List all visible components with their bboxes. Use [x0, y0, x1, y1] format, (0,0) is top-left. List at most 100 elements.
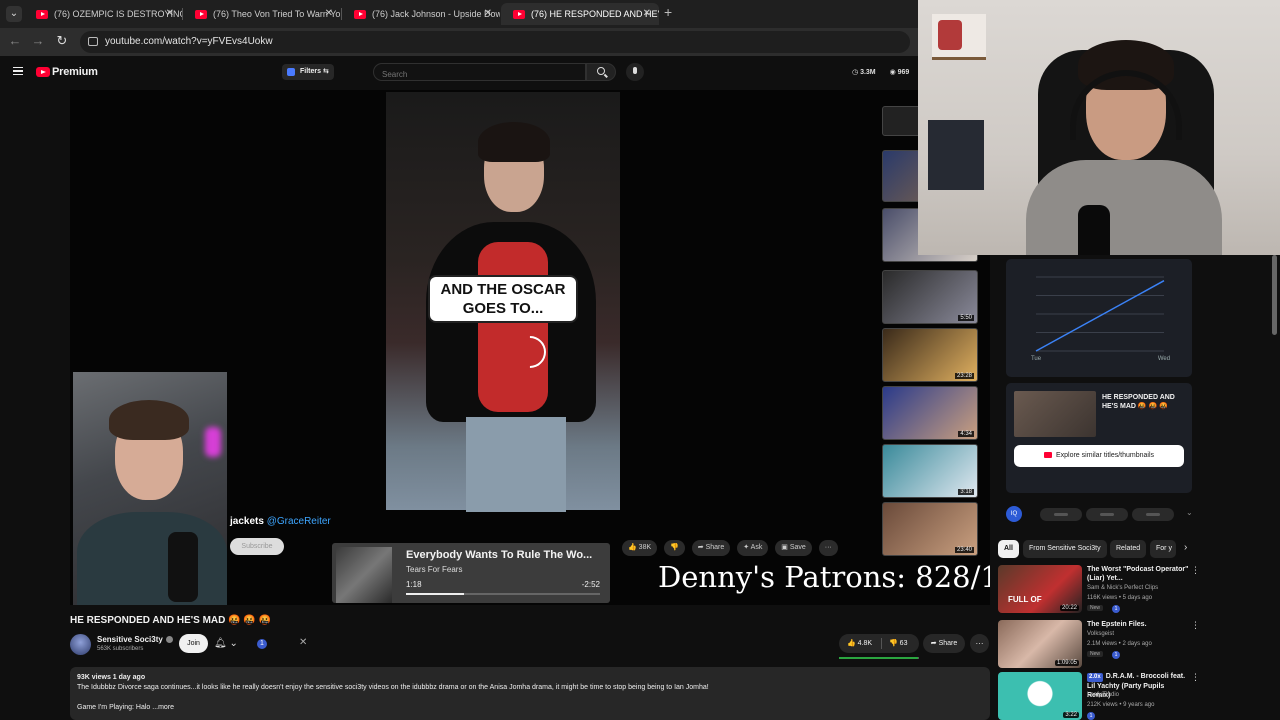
analytics-chart-card: Tue Wed	[1006, 259, 1192, 377]
like-ratio-bar	[839, 657, 919, 659]
short-thumbnail[interactable]: 3:18	[882, 444, 978, 498]
share-button[interactable]: ➦ Share	[923, 634, 965, 653]
recommendation-filter-chips: All From Sensitive Soci3ty Related For y…	[998, 540, 1280, 558]
video-thumbnail[interactable]: FULL OF 20:22	[998, 565, 1082, 613]
show-more-link[interactable]: ...more	[152, 704, 174, 711]
notification-bell-button[interactable]: 🔔︎ ⌄	[214, 634, 246, 653]
video-stat: ◉ 969	[889, 69, 910, 76]
new-badge: New	[1087, 651, 1104, 657]
short-action-row: 👍 38K 👎 ➦ Share ✦ Ask ▣ Save ···	[622, 540, 843, 556]
info-dot-icon: 1	[1087, 712, 1095, 720]
video-channel[interactable]: Sam & Nick's Perfect Clips	[1087, 585, 1158, 591]
recommended-video[interactable]: 3:22 2.0x D.R.A.M. - Broccoli feat. Lil Y…	[998, 672, 1200, 720]
short-thumbnail[interactable]: 4:34	[882, 386, 978, 440]
extension-logo-icon[interactable]: IQ	[1006, 506, 1022, 522]
browser-tab[interactable]: (76) Jack Johnson - Upside Dow ✕	[342, 3, 500, 25]
similar-thumbnails-card: HE RESPONDED AND HE'S MAD 🤬 🤬 🤬 Explore …	[1006, 383, 1192, 493]
video-menu-icon[interactable]: ⋮	[1191, 672, 1200, 683]
speed-badge: 2.0x	[1087, 673, 1103, 682]
video-views: 2.1M views • 2 days ago	[1087, 641, 1152, 647]
song-artist: Tears For Fears	[406, 565, 463, 574]
new-tab-button[interactable]: +	[664, 4, 672, 20]
verified-check-icon	[165, 636, 173, 644]
short-like-button[interactable]: 👍 38K	[622, 540, 658, 556]
youtube-favicon-icon	[513, 10, 525, 19]
brand-label[interactable]: Premium	[52, 66, 98, 78]
browser-tab-active[interactable]: (76) HE RESPONDED AND HE'S ✕	[501, 3, 659, 25]
short-thumbnail[interactable]: 5:50	[882, 270, 978, 324]
short-more-button[interactable]: ···	[818, 540, 838, 556]
video-thumbnail[interactable]: 3:22	[998, 672, 1082, 720]
browser-tab[interactable]: (76) OZEMPIC IS DESTROYING T ✕	[24, 3, 182, 25]
join-button[interactable]: Join	[179, 634, 208, 653]
dislike-button[interactable]: 👎 63	[889, 634, 907, 653]
site-info-icon[interactable]	[88, 37, 98, 46]
chevron-down-icon[interactable]: ⌄	[1186, 508, 1193, 517]
description-box[interactable]: 93K views 1 day ago The Idubbbz Divorce …	[70, 667, 990, 720]
close-tab-icon[interactable]: ✕	[166, 3, 174, 25]
microphone-icon[interactable]	[626, 63, 644, 81]
search-field[interactable]	[373, 63, 586, 83]
search-input[interactable]	[374, 66, 585, 83]
explore-similar-button[interactable]: Explore similar titles/thumbnails	[1014, 445, 1184, 467]
filters-button[interactable]: Filters ⇆	[282, 64, 334, 80]
short-thumbnail[interactable]: 23:40	[882, 502, 978, 556]
browser-tab[interactable]: (76) Theo Von Tried To Warn Yo ✕	[183, 3, 341, 25]
short-dislike-button[interactable]: 👎	[664, 540, 685, 556]
channel-name[interactable]: Sensitive Soci3ty	[97, 635, 173, 644]
like-ratio-fill	[839, 657, 918, 659]
rgb-light-figure	[205, 427, 221, 457]
subscriber-stat: ◷ 3.3M	[852, 69, 876, 76]
video-channel[interactable]: Leafy Radio	[1087, 692, 1119, 698]
close-icon[interactable]: ✕	[299, 637, 307, 648]
short-save-button[interactable]: ▣ Save	[775, 540, 812, 556]
right-sidebar: Tue Wed HE RESPONDED AND HE'S MAD 🤬 🤬 🤬 E…	[998, 255, 1280, 720]
video-player[interactable]: AND THE OSCAR GOES TO... 5:50 23:28 4:34…	[70, 90, 990, 605]
video-thumbnail[interactable]: 1:09:05	[998, 620, 1082, 668]
channel-avatar[interactable]	[70, 634, 91, 655]
reload-icon[interactable]: ↻	[53, 33, 71, 49]
video-channel[interactable]: Volksgeist	[1087, 631, 1114, 637]
short-thumbnail[interactable]: 23:28	[882, 328, 978, 382]
extension-pill[interactable]	[1086, 508, 1128, 521]
video-duration: 1:09:05	[1054, 660, 1079, 666]
subscriber-count: 563K subscribers	[97, 646, 144, 652]
close-tab-icon[interactable]: ✕	[643, 3, 651, 25]
chip-from-channel[interactable]: From Sensitive Soci3ty	[1023, 540, 1107, 558]
extension-pill[interactable]	[1132, 508, 1174, 521]
search-button[interactable]	[586, 63, 616, 81]
chip-related[interactable]: Related	[1110, 540, 1147, 558]
forward-arrow-icon[interactable]: →	[29, 33, 47, 48]
recommended-video[interactable]: 1:09:05 The Epstein Files. Volksgeist 2.…	[998, 620, 1200, 668]
like-button[interactable]: 👍 4.8K	[847, 634, 872, 653]
menu-icon[interactable]	[13, 67, 23, 75]
video-title: The Worst "Podcast Operator" (Liar) Yet.…	[1087, 566, 1189, 582]
youtube-logo-icon[interactable]	[36, 67, 50, 77]
search-icon	[597, 67, 605, 75]
url-input[interactable]: youtube.com/watch?v=yFVEvs4Uokw	[80, 31, 910, 53]
back-arrow-icon[interactable]: ←	[6, 33, 24, 48]
short-share-button[interactable]: ➦ Share	[691, 540, 731, 556]
close-tab-icon[interactable]: ✕	[484, 3, 492, 25]
video-menu-icon[interactable]: ⋮	[1191, 620, 1200, 631]
chip-for-you[interactable]: For y	[1150, 540, 1176, 558]
info-badge-icon[interactable]: 1	[257, 639, 267, 649]
facecam-figure	[77, 512, 227, 605]
short-subscribe-button[interactable]: Subscribe	[230, 538, 284, 555]
chip-all[interactable]: All	[998, 540, 1019, 558]
short-ask-button[interactable]: ✦ Ask	[737, 540, 769, 556]
filter-icon	[287, 68, 295, 76]
page-scrollbar[interactable]	[1272, 255, 1277, 335]
view-count-date: 93K views 1 day ago	[77, 674, 146, 681]
clip-figure	[478, 242, 548, 412]
chevron-right-icon[interactable]: ›	[1184, 542, 1187, 553]
more-actions-button[interactable]: ···	[970, 634, 989, 653]
recommended-video[interactable]: FULL OF 20:22 The Worst "Podcast Operato…	[998, 565, 1200, 613]
video-menu-icon[interactable]: ⋮	[1191, 565, 1200, 576]
microphone-figure	[1078, 205, 1110, 255]
tab-search-button[interactable]: ⌄	[6, 6, 22, 22]
video-duration: 20:22	[1059, 605, 1079, 611]
close-tab-icon[interactable]: ✕	[325, 3, 333, 25]
extension-pill[interactable]	[1040, 508, 1082, 521]
extension-toolbar: IQ ⌄	[1006, 504, 1276, 524]
